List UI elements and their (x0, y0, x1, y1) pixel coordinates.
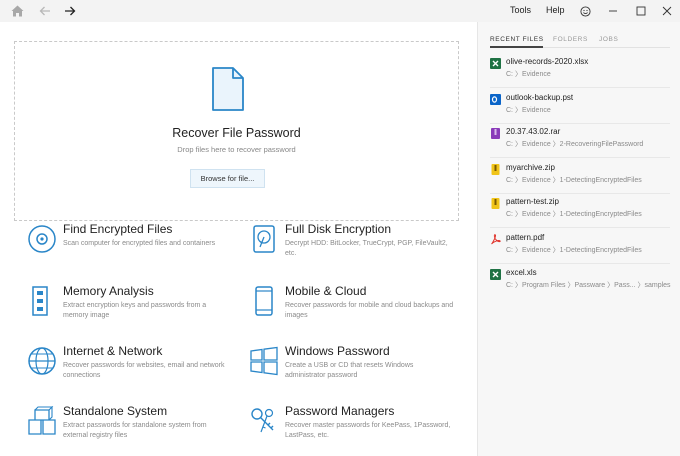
divider (490, 193, 670, 194)
divider (490, 123, 670, 124)
feature-description: Recover master passwords for KeePass, 1P… (285, 422, 451, 439)
browse-button[interactable]: Browse for file... (190, 169, 265, 188)
feature-title: Mobile & Cloud (285, 284, 367, 298)
feature-description: Scan computer for encrypted files and co… (63, 240, 216, 247)
recent-file-path: C: 〉Evidence 〉1-DetectingEncryptedFiles (506, 247, 642, 254)
feature-internet-network[interactable]: Internet & Network Recover passwords for… (27, 344, 237, 394)
menu-tools[interactable]: Tools (510, 5, 531, 15)
minimize-icon (609, 10, 617, 12)
recent-file-path: C: 〉Evidence (506, 107, 551, 114)
close-icon (662, 6, 672, 16)
recent-file-path: C: 〉Evidence (506, 71, 551, 78)
feature-description: Create a USB or CD that resets Windows a… (285, 362, 414, 379)
recent-file-item[interactable]: outlook-backup.pst C: 〉Evidence (490, 93, 675, 129)
feature-title: Memory Analysis (63, 284, 154, 298)
windows-logo-icon (250, 346, 278, 376)
recent-file-name: pattern-test.zip (506, 197, 559, 206)
feature-title: Password Managers (285, 404, 395, 418)
excel-icon (490, 269, 501, 280)
zip-archive-icon (491, 164, 500, 175)
file-drop-zone[interactable]: Recover File Password Drop files here to… (14, 41, 459, 221)
rar-archive-icon (491, 128, 500, 139)
feature-title: Find Encrypted Files (63, 222, 173, 236)
recent-file-path: C: 〉Evidence 〉2-RecoveringFilePassword (506, 141, 644, 148)
zip-archive-icon (491, 198, 500, 209)
feedback-button[interactable] (576, 2, 594, 20)
cubes-icon (28, 406, 56, 435)
drop-zone-title: Recover File Password (172, 126, 301, 140)
feature-title: Internet & Network (63, 344, 163, 358)
title-bar: Tools Help (0, 0, 680, 22)
recent-file-name: 20.37.43.02.rar (506, 127, 561, 136)
recent-file-item[interactable]: myarchive.zip C: 〉Evidence 〉1-DetectingE… (490, 163, 675, 199)
recent-file-name: excel.xls (506, 268, 537, 277)
feature-full-disk-encryption[interactable]: Full Disk Encryption Decrypt HDD: BitLoc… (249, 222, 459, 272)
feature-title: Full Disk Encryption (285, 222, 392, 236)
feature-standalone-system[interactable]: Standalone System Extract passwords for … (27, 404, 237, 454)
feature-description: Decrypt HDD: BitLocker, TrueCrypt, PGP, … (285, 240, 448, 257)
recent-file-name: pattern.pdf (506, 233, 545, 242)
home-icon (11, 5, 23, 17)
feature-password-managers[interactable]: Password Managers Recover master passwor… (249, 404, 459, 454)
recent-file-item[interactable]: pattern-test.zip C: 〉Evidence 〉1-Detecti… (490, 197, 675, 233)
recent-file-item[interactable]: 20.37.43.02.rar C: 〉Evidence 〉2-Recoveri… (490, 127, 675, 163)
tab-recent-files[interactable]: RECENT FILES (490, 36, 544, 43)
memory-chip-icon (32, 286, 48, 316)
recent-file-name: outlook-backup.pst (506, 93, 574, 102)
home-button[interactable] (8, 2, 26, 20)
arrow-right-icon (65, 6, 76, 16)
smiley-icon (579, 5, 591, 17)
divider (490, 87, 670, 88)
feature-mobile-cloud[interactable]: Mobile & Cloud Recover passwords for mob… (249, 284, 459, 334)
globe-icon (28, 347, 56, 375)
document-icon (212, 67, 244, 111)
feature-description: Extract encryption keys and passwords fr… (63, 302, 207, 319)
outlook-icon (490, 94, 501, 105)
recent-file-item[interactable]: pattern.pdf C: 〉Evidence 〉1-DetectingEnc… (490, 233, 675, 269)
recent-files-sidebar: RECENT FILES FOLDERS JOBS olive-records-… (477, 22, 680, 456)
feature-memory-analysis[interactable]: Memory Analysis Extract encryption keys … (27, 284, 237, 334)
maximize-button[interactable] (632, 2, 650, 20)
forward-button[interactable] (61, 2, 79, 20)
menu-help[interactable]: Help (546, 5, 565, 15)
recent-file-name: myarchive.zip (506, 163, 555, 172)
feature-find-encrypted-files[interactable]: Find Encrypted Files Scan computer for e… (27, 222, 237, 272)
feature-description: Recover passwords for websites, email an… (63, 362, 225, 379)
recent-file-name: olive-records-2020.xlsx (506, 57, 589, 66)
back-button[interactable] (36, 2, 54, 20)
tab-jobs[interactable]: JOBS (599, 36, 618, 43)
recent-file-item[interactable]: excel.xls C: 〉Program Files 〉Passware 〉P… (490, 268, 675, 304)
tab-folders[interactable]: FOLDERS (553, 36, 588, 43)
recent-file-path: C: 〉Evidence 〉1-DetectingEncryptedFiles (506, 177, 642, 184)
pdf-icon (491, 234, 501, 245)
feature-description: Recover passwords for mobile and cloud b… (285, 302, 454, 319)
divider (490, 263, 670, 264)
active-tab-indicator (490, 46, 543, 48)
divider (490, 227, 670, 228)
feature-description: Extract passwords for standalone system … (63, 422, 207, 439)
drop-zone-subtitle: Drop files here to recover password (177, 145, 296, 154)
arrow-left-icon (39, 6, 50, 16)
mobile-phone-icon (255, 286, 273, 316)
hard-drive-icon (253, 225, 275, 253)
recent-file-path: C: 〉Program Files 〉Passware 〉Pass... 〉sa… (506, 282, 671, 289)
close-button[interactable] (658, 2, 676, 20)
main-panel: Recover File Password Drop files here to… (0, 22, 477, 456)
minimize-button[interactable] (604, 2, 622, 20)
feature-windows-password[interactable]: Windows Password Create a USB or CD that… (249, 344, 459, 394)
excel-icon (490, 58, 501, 69)
feature-title: Windows Password (285, 344, 390, 358)
recent-file-item[interactable]: olive-records-2020.xlsx C: 〉Evidence (490, 57, 675, 93)
feature-title: Standalone System (63, 404, 168, 418)
disc-icon (28, 225, 56, 253)
recent-file-path: C: 〉Evidence 〉1-DetectingEncryptedFiles (506, 211, 642, 218)
divider (490, 157, 670, 158)
keys-icon (251, 408, 274, 433)
maximize-icon (636, 6, 646, 16)
